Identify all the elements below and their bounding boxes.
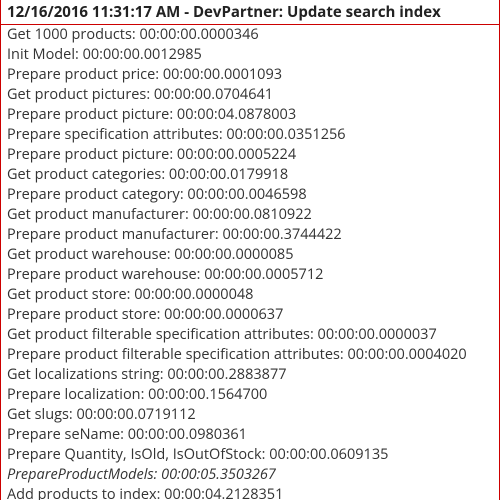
log-row-separator — [161, 165, 169, 184]
log-row-label: Get product categories — [7, 165, 161, 184]
log-row: Prepare product manufacturer 00:00:00.374… — [7, 225, 493, 245]
log-row-label: Prepare product category — [7, 185, 180, 204]
log-row-time: 00:00:00.1564700 — [148, 385, 267, 404]
log-row-label: Prepare product price — [7, 65, 155, 84]
log-row-time: 00:00:05.3503267 — [161, 465, 276, 484]
log-row-time: 00:00:00.0005224 — [177, 145, 296, 164]
log-row: Prepare Quantity, IsOld, IsOutOfStock 00:… — [7, 445, 493, 465]
log-row: Get 1000 products 00:00:00.0000346 — [7, 25, 493, 45]
log-row-separator — [75, 45, 83, 64]
header-timestamp: 12/16/2016 11:31:17 AM — [7, 2, 180, 22]
log-row-label: Get product filterable specification att… — [7, 325, 310, 344]
log-row-time: 00:00:04.2128351 — [164, 485, 283, 500]
log-row: Prepare product store 00:00:00.0000637 — [7, 305, 493, 325]
log-row-separator — [310, 325, 318, 344]
log-row-separator — [154, 465, 161, 484]
log-row-label: Prepare product filterable specification… — [7, 345, 340, 364]
log-row-time: 00:00:00.0005712 — [204, 265, 323, 284]
log-row: Get product warehouse 00:00:00.0000085 — [7, 245, 493, 265]
log-row: Prepare specification attributes 00:00:00… — [7, 125, 493, 145]
log-row-label: Get product warehouse — [7, 245, 167, 264]
log-row: Prepare seName 00:00:00.0980361 — [7, 425, 493, 445]
log-row-separator — [141, 385, 149, 404]
log-row-label: Add products to index — [7, 485, 157, 500]
log-row-time: 00:00:00.0000346 — [139, 25, 258, 44]
log-row-label: Get slugs — [7, 405, 69, 424]
log-row-time: 00:00:00.0000085 — [174, 245, 293, 264]
log-row-label: Get product pictures — [7, 85, 146, 104]
log-row-label: Prepare Quantity, IsOld, IsOutOfStock — [7, 445, 262, 464]
log-row-separator — [146, 85, 154, 104]
log-row: Get product categories 00:00:00.0179918 — [7, 165, 493, 185]
log-row-label: Prepare product warehouse — [7, 265, 197, 284]
log-row: Init Model 00:00:00.0012985 — [7, 45, 493, 65]
log-row-label: Get product store — [7, 285, 127, 304]
log-row: PrepareProductModels 00:00:05.3503267 — [7, 465, 493, 485]
log-row-time: 00:00:00.0179918 — [169, 165, 288, 184]
log-row-label: Prepare product picture — [7, 145, 169, 164]
log-row-time: 00:00:00.0012985 — [83, 45, 202, 64]
log-row-time: 00:00:00.0046598 — [187, 185, 306, 204]
log-row-time: 00:00:00.3744422 — [223, 225, 342, 244]
log-row-label: Get 1000 products — [7, 25, 132, 44]
header-source: DevPartner — [193, 2, 279, 22]
log-row: Get product filterable specification att… — [7, 325, 493, 345]
log-row: Prepare product picture 00:00:00.0005224 — [7, 145, 493, 165]
log-header: 12/16/2016 11:31:17 AM - DevPartner: Upd… — [1, 0, 499, 25]
log-row-separator — [215, 225, 223, 244]
log-row-time: 00:00:00.0704641 — [154, 85, 273, 104]
log-row-label: Prepare localization — [7, 385, 141, 404]
log-row-time: 00:00:00.0810922 — [193, 205, 312, 224]
log-row-time: 00:00:00.2883877 — [167, 365, 286, 384]
log-row-time: 00:00:00.0000048 — [134, 285, 253, 304]
log-row-label: PrepareProductModels — [7, 465, 154, 484]
log-row: Prepare product picture 00:00:04.0878003 — [7, 105, 493, 125]
log-row-label: Prepare product picture — [7, 105, 169, 124]
log-row: Get product manufacturer 00:00:00.0810922 — [7, 205, 493, 225]
log-row: Get product pictures 00:00:00.0704641 — [7, 85, 493, 105]
log-row-time: 00:00:04.0878003 — [177, 105, 296, 124]
header-sep1: - — [184, 2, 193, 22]
log-row-separator — [169, 145, 177, 164]
log-row-label: Prepare product manufacturer — [7, 225, 215, 244]
log-row-time: 00:00:00.0351256 — [226, 125, 345, 144]
header-title: Update search index — [287, 2, 441, 22]
log-row: Get product store 00:00:00.0000048 — [7, 285, 493, 305]
log-row-label: Get product manufacturer — [7, 205, 185, 224]
log-row-time: 00:00:00.0000037 — [318, 325, 437, 344]
log-row: Get localizations string 00:00:00.2883877 — [7, 365, 493, 385]
log-row-separator — [169, 105, 177, 124]
log-row-time: 00:00:00.0609135 — [269, 445, 388, 464]
log-row: Add products to index 00:00:04.2128351 — [7, 485, 493, 500]
log-panel: 12/16/2016 11:31:17 AM - DevPartner: Upd… — [0, 0, 500, 500]
log-row: Get slugs 00:00:00.0719112 — [7, 405, 493, 425]
header-sep2: : — [279, 2, 287, 22]
log-row-separator — [120, 425, 128, 444]
log-rows: Get 1000 products00:00:00.0000346Init Mo… — [7, 25, 493, 500]
log-row: Prepare product filterable specification… — [7, 345, 493, 365]
log-row-separator — [155, 65, 163, 84]
log-row-label: Prepare specification attributes — [7, 125, 219, 144]
log-row-label: Prepare seName — [7, 425, 120, 444]
log-row-time: 00:00:00.0004020 — [347, 345, 466, 364]
log-row-separator — [185, 205, 193, 224]
log-row-time: 00:00:00.0980361 — [128, 425, 247, 444]
log-row-time: 00:00:00.0000637 — [164, 305, 283, 324]
log-row: Prepare product price 00:00:00.0001093 — [7, 65, 493, 85]
log-row-time: 00:00:00.0719112 — [76, 405, 195, 424]
log-row-label: Get localizations string — [7, 365, 160, 384]
log-row: Prepare product category 00:00:00.0046598 — [7, 185, 493, 205]
log-row: Prepare localization 00:00:00.1564700 — [7, 385, 493, 405]
log-row-time: 00:00:00.0001093 — [163, 65, 282, 84]
log-row-label: Init Model — [7, 45, 75, 64]
log-row-label: Prepare product store — [7, 305, 157, 324]
log-row: Prepare product warehouse 00:00:00.000571… — [7, 265, 493, 285]
